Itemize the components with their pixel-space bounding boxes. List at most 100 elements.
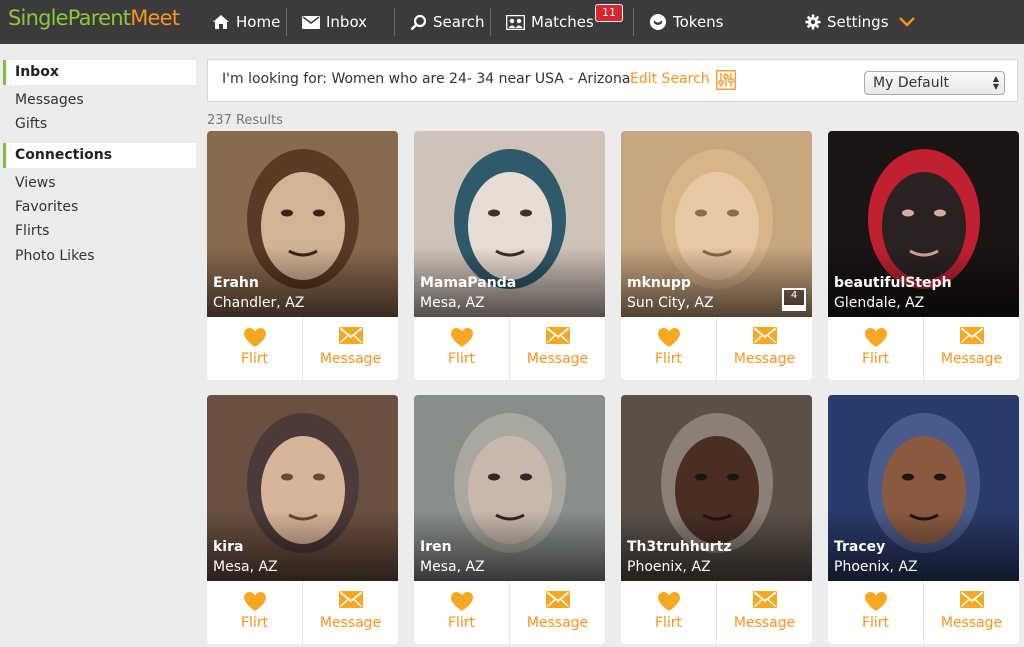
flirt-button[interactable]: Flirt bbox=[621, 581, 716, 644]
flirt-label: Flirt bbox=[654, 615, 683, 631]
envelope-icon bbox=[338, 327, 363, 344]
select-arrows-icon: ▲ ▼ bbox=[992, 74, 999, 91]
nav-divider bbox=[633, 8, 634, 36]
message-button[interactable]: Message bbox=[303, 317, 398, 380]
envelope-icon bbox=[959, 327, 984, 344]
heart-icon bbox=[243, 592, 266, 611]
photo-count-badge[interactable]: 4 bbox=[782, 288, 806, 311]
nav-home[interactable]: Home bbox=[212, 0, 280, 44]
profile-photo[interactable]: Th3truhhurtz Phoenix, AZ bbox=[621, 395, 812, 581]
profile-card[interactable]: MamaPanda Mesa, AZ Flirt Message bbox=[414, 131, 605, 380]
heart-icon bbox=[864, 328, 887, 347]
heart-icon bbox=[657, 592, 680, 611]
search-icon bbox=[410, 14, 427, 30]
profile-location: Phoenix, AZ bbox=[834, 559, 918, 575]
results-count: 237 Results bbox=[207, 113, 283, 128]
flirt-button[interactable]: Flirt bbox=[828, 317, 923, 380]
flirt-label: Flirt bbox=[447, 351, 476, 367]
profile-card[interactable]: Tracey Phoenix, AZ Flirt Message bbox=[828, 395, 1019, 644]
message-button[interactable]: Message bbox=[717, 317, 812, 380]
flirt-button[interactable]: Flirt bbox=[828, 581, 923, 644]
sidebar-item-views[interactable]: Views bbox=[15, 175, 56, 191]
message-button[interactable]: Message bbox=[510, 317, 605, 380]
envelope-icon bbox=[752, 327, 777, 344]
profile-username[interactable]: Th3truhhurtz bbox=[627, 539, 731, 555]
profile-actions: Flirt Message bbox=[207, 317, 398, 380]
message-label: Message bbox=[940, 351, 1003, 367]
flirt-button[interactable]: Flirt bbox=[207, 317, 302, 380]
nav-inbox[interactable]: Inbox bbox=[302, 0, 367, 44]
sidebar-header-inbox[interactable]: Inbox bbox=[3, 60, 196, 85]
nav-search[interactable]: Search bbox=[410, 0, 485, 44]
sidebar-item-flirts[interactable]: Flirts bbox=[15, 223, 49, 239]
nav-search-label: Search bbox=[433, 13, 485, 31]
profile-photo[interactable]: MamaPanda Mesa, AZ bbox=[414, 131, 605, 317]
profile-username[interactable]: Iren bbox=[420, 539, 452, 555]
gear-icon bbox=[805, 14, 821, 30]
heart-icon bbox=[243, 328, 266, 347]
message-label: Message bbox=[526, 615, 589, 631]
message-label: Message bbox=[940, 615, 1003, 631]
profile-username[interactable]: beautifulSteph bbox=[834, 275, 952, 291]
profile-actions: Flirt Message bbox=[621, 317, 812, 380]
envelope-icon bbox=[338, 591, 363, 608]
nav-inbox-label: Inbox bbox=[326, 13, 368, 31]
profile-actions: Flirt Message bbox=[414, 581, 605, 644]
sort-select[interactable]: My Default ▲ ▼ bbox=[864, 71, 1005, 95]
site-logo[interactable]: SingleParentMeet bbox=[8, 6, 180, 30]
profile-card[interactable]: kira Mesa, AZ Flirt Message bbox=[207, 395, 398, 644]
profile-username[interactable]: mknupp bbox=[627, 275, 691, 291]
profile-location: Mesa, AZ bbox=[420, 295, 485, 311]
sidebar-header-connections[interactable]: Connections bbox=[3, 143, 196, 168]
profile-username[interactable]: Tracey bbox=[834, 539, 885, 555]
envelope-icon bbox=[545, 591, 570, 608]
profile-location: Phoenix, AZ bbox=[627, 559, 711, 575]
profile-username[interactable]: MamaPanda bbox=[420, 275, 516, 291]
profile-card[interactable]: Th3truhhurtz Phoenix, AZ Flirt Message bbox=[621, 395, 812, 644]
flirt-label: Flirt bbox=[861, 615, 890, 631]
profile-username[interactable]: Erahn bbox=[213, 275, 259, 291]
profile-photo[interactable]: Tracey Phoenix, AZ bbox=[828, 395, 1019, 581]
profile-location: Sun City, AZ bbox=[627, 295, 714, 311]
flirt-button[interactable]: Flirt bbox=[414, 581, 509, 644]
nav-settings[interactable]: Settings bbox=[805, 0, 921, 44]
flirt-button[interactable]: Flirt bbox=[414, 317, 509, 380]
flirt-label: Flirt bbox=[240, 615, 269, 631]
sidebar-item-photo-likes[interactable]: Photo Likes bbox=[15, 248, 95, 264]
profile-photo[interactable]: kira Mesa, AZ bbox=[207, 395, 398, 581]
sidebar-item-gifts[interactable]: Gifts bbox=[15, 116, 47, 132]
heart-icon bbox=[657, 328, 680, 347]
nav-divider bbox=[394, 8, 395, 36]
profile-card[interactable]: beautifulSteph Glendale, AZ Flirt Message bbox=[828, 131, 1019, 380]
message-button[interactable]: Message bbox=[510, 581, 605, 644]
nav-tokens[interactable]: Tokens bbox=[649, 0, 724, 44]
message-button[interactable]: Message bbox=[717, 581, 812, 644]
sidebar-item-favorites[interactable]: Favorites bbox=[15, 199, 78, 215]
profile-username[interactable]: kira bbox=[213, 539, 243, 555]
profile-card[interactable]: mknupp Sun City, AZ 4 Flirt Message bbox=[621, 131, 812, 380]
profile-card[interactable]: Erahn Chandler, AZ Flirt Message bbox=[207, 131, 398, 380]
chevron-down-icon bbox=[898, 17, 915, 27]
message-button[interactable]: Message bbox=[303, 581, 398, 644]
home-icon bbox=[213, 15, 229, 29]
sidebar-item-messages[interactable]: Messages bbox=[15, 92, 84, 108]
message-button[interactable]: Message bbox=[924, 581, 1019, 644]
profile-photo[interactable]: beautifulSteph Glendale, AZ bbox=[828, 131, 1019, 317]
message-button[interactable]: Message bbox=[924, 317, 1019, 380]
nav-settings-label: Settings bbox=[827, 13, 889, 31]
filter-sliders-icon[interactable] bbox=[716, 70, 736, 90]
profile-card[interactable]: Iren Mesa, AZ Flirt Message bbox=[414, 395, 605, 644]
profile-photo[interactable]: mknupp Sun City, AZ 4 bbox=[621, 131, 812, 317]
profile-photo[interactable]: Iren Mesa, AZ bbox=[414, 395, 605, 581]
nav-matches-label: Matches bbox=[531, 13, 594, 31]
profile-location: Glendale, AZ bbox=[834, 295, 925, 311]
profile-photo[interactable]: Erahn Chandler, AZ bbox=[207, 131, 398, 317]
flirt-button[interactable]: Flirt bbox=[207, 581, 302, 644]
edit-search-link[interactable]: Edit Search bbox=[630, 71, 710, 87]
nav-home-label: Home bbox=[236, 13, 281, 31]
profile-actions: Flirt Message bbox=[414, 317, 605, 380]
flirt-button[interactable]: Flirt bbox=[621, 317, 716, 380]
profile-actions: Flirt Message bbox=[828, 581, 1019, 644]
nav-matches[interactable]: Matches bbox=[506, 0, 594, 44]
envelope-icon bbox=[545, 327, 570, 344]
